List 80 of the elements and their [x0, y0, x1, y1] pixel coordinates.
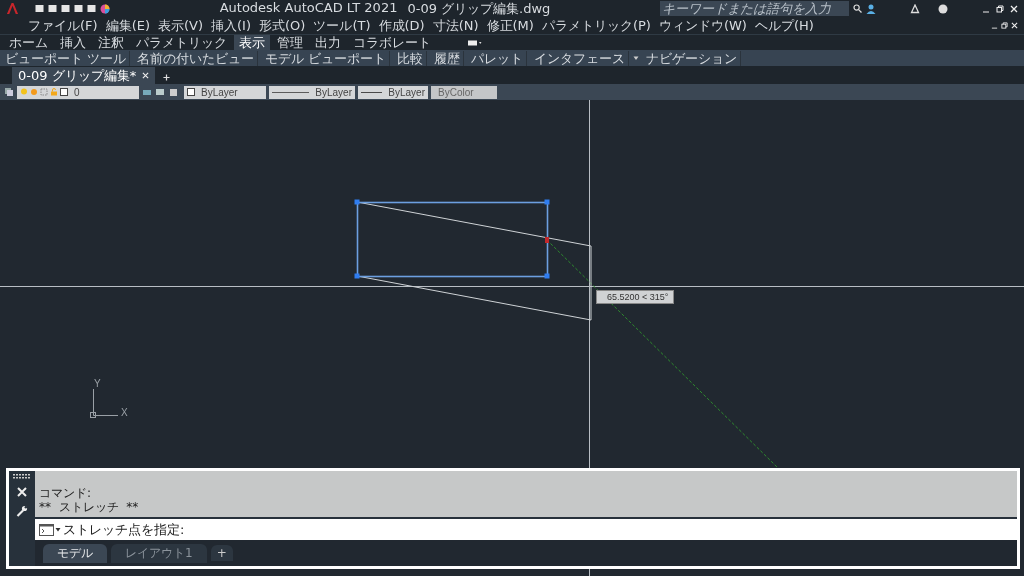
ribbon-panel-title[interactable]: ビューポート ツール — [2, 50, 131, 66]
color-swatch-icon — [60, 88, 68, 96]
menu-item[interactable]: 寸法(N) — [432, 16, 479, 35]
menu-item[interactable]: ファイル(F) — [28, 16, 98, 35]
ribbon-tab[interactable]: 注釈 — [93, 35, 129, 50]
triangle-nodes-icon[interactable] — [910, 3, 920, 14]
ribbon-panel-title[interactable]: 比較 — [394, 50, 428, 66]
axis-label: X — [121, 407, 128, 418]
color-dropdown[interactable]: ByLayer — [184, 85, 266, 99]
lineweight-dropdown[interactable]: ByLayer — [358, 85, 428, 99]
command-prompt[interactable]: ストレッチ点を指定: — [63, 520, 185, 539]
bulb-icon — [20, 88, 28, 96]
menu-item[interactable]: 修正(M) — [486, 16, 534, 35]
color-swatch-icon — [187, 88, 195, 96]
ribbon-tab[interactable]: 出力 — [310, 35, 346, 50]
document-tab[interactable]: 0-09 グリップ編集* — [12, 67, 156, 84]
ribbon-tab[interactable]: ホーム — [4, 35, 53, 50]
layout-tab[interactable]: モデル — [43, 543, 107, 563]
axis-label: Y — [94, 378, 101, 389]
ucs-icon — [90, 388, 119, 418]
panel-toggle-icon[interactable] — [468, 39, 482, 46]
command-history-line: ** ストレッチ ** — [39, 500, 140, 514]
dropdown-icon[interactable] — [633, 55, 640, 61]
menu-item[interactable]: 挿入(I) — [211, 16, 251, 35]
document-title: 0-09 グリップ編集.dwg — [407, 0, 551, 18]
sun-icon — [30, 88, 38, 96]
line-sample-icon — [272, 90, 310, 94]
plot-style-dropdown[interactable]: ByColor — [431, 85, 497, 99]
close-icon[interactable] — [1010, 4, 1018, 13]
close-icon[interactable] — [17, 487, 27, 497]
linetype-dropdown[interactable]: ByLayer — [269, 85, 355, 99]
hot-grip[interactable] — [545, 237, 549, 243]
restore-icon[interactable] — [996, 4, 1004, 13]
close-icon[interactable] — [1011, 22, 1018, 29]
ribbon-panel-title[interactable]: インタフェース — [531, 50, 630, 66]
search-field[interactable]: キーワードまたは語句を入力 — [660, 1, 849, 16]
dimension-tooltip: 65.5200 < 315° — [596, 290, 675, 304]
app-title: Autodesk AutoCAD LT 2021 — [219, 0, 398, 17]
grip-handle-icon[interactable] — [13, 474, 31, 479]
menu-item[interactable]: 形式(O) — [259, 16, 306, 35]
command-history-line: コマンド: — [39, 486, 93, 500]
search-icon[interactable] — [853, 4, 862, 13]
grip[interactable] — [544, 199, 550, 205]
ribbon-tab[interactable]: 挿入 — [55, 35, 91, 50]
ribbon-tab[interactable]: 表示 — [234, 35, 270, 50]
restore-icon[interactable] — [1001, 22, 1008, 29]
ribbon-panel-title[interactable]: 履歴 — [431, 50, 465, 66]
close-icon[interactable] — [142, 72, 150, 79]
grip[interactable] — [354, 273, 360, 279]
ribbon-panel-title[interactable]: モデル ビューポート — [262, 50, 391, 66]
layout-tab[interactable]: レイアウト1 — [111, 543, 207, 563]
rectangle[interactable] — [356, 201, 549, 278]
add-layout-tab[interactable]: + — [210, 545, 233, 561]
command-prompt-icon[interactable] — [39, 523, 61, 536]
grip[interactable] — [354, 199, 360, 205]
menu-item[interactable]: 表示(V) — [158, 16, 204, 35]
wrench-icon[interactable] — [16, 505, 28, 517]
user-icon[interactable] — [866, 3, 876, 14]
lock-icon — [50, 88, 58, 96]
grip[interactable] — [544, 273, 550, 279]
ribbon-tab[interactable]: 管理 — [272, 35, 308, 50]
frame-icon — [40, 88, 48, 96]
menu-item[interactable]: 作成(D) — [378, 16, 425, 35]
layer-dropdown[interactable]: 0 — [17, 85, 139, 99]
ribbon-panel-title[interactable]: 名前の付いたビュー — [134, 50, 259, 66]
layer-icon[interactable] — [4, 87, 14, 97]
ribbon-tab[interactable]: コラボレート — [348, 35, 436, 50]
new-tab-icon[interactable] — [163, 74, 171, 81]
menu-item[interactable]: パラメトリック(P) — [541, 16, 651, 35]
menu-item[interactable]: ヘルプ(H) — [754, 16, 814, 35]
ribbon-tab[interactable]: パラメトリック — [131, 35, 232, 50]
line-sample-icon — [361, 90, 383, 94]
menu-item[interactable]: ツール(T) — [313, 16, 371, 35]
ribbon-panel-title[interactable]: ナビゲーション — [643, 50, 742, 66]
menu-item[interactable]: 編集(E) — [105, 16, 150, 35]
menu-item[interactable]: ウィンドウ(W) — [658, 16, 747, 35]
layer-name: 0 — [74, 86, 80, 98]
app-logo-icon[interactable] — [6, 2, 19, 15]
ribbon-panel-title[interactable]: パレット — [468, 50, 528, 66]
color-wheel-icon[interactable] — [100, 3, 110, 14]
